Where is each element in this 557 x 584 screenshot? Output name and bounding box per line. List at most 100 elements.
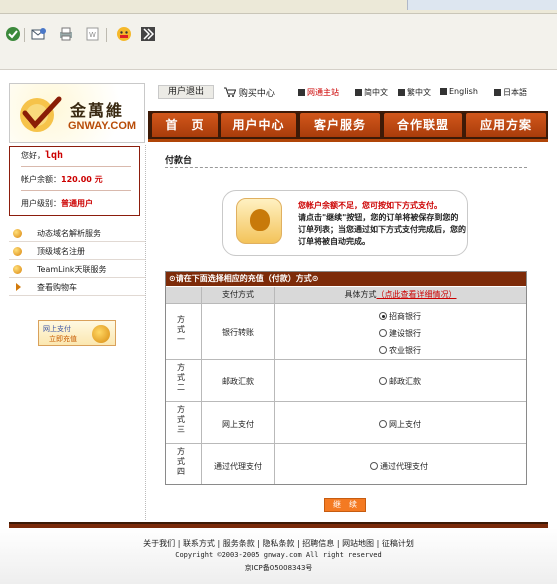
footer-icp: 京ICP备05008343号	[244, 564, 313, 572]
radio-icon	[379, 377, 387, 385]
method-label: 网上支付	[222, 420, 254, 429]
refresh-icon[interactable]	[5, 26, 21, 42]
row-divider	[166, 443, 526, 444]
arrow-right-icon	[16, 283, 21, 291]
lang-flag-icon	[494, 89, 501, 96]
footer-copyright: Copyright ©2003-2005 gnway.com All right…	[175, 551, 382, 559]
nav-customer-service[interactable]: 客户服务	[300, 113, 380, 137]
logo-name-cn[interactable]: 金萬維	[70, 97, 124, 121]
greeting-line: 您好，lqh	[21, 150, 63, 161]
radio-ccb[interactable]: 建设银行	[379, 328, 421, 339]
lang-netcom[interactable]: 网通主站	[298, 87, 339, 98]
radio-agent[interactable]: 通过代理支付	[370, 461, 428, 472]
footer-link[interactable]: 关于我们	[143, 539, 175, 548]
greeting-label: 您好，	[21, 151, 45, 160]
banner-line1: 网上支付	[43, 325, 71, 333]
footer-links: 关于我们 | 联系方式 | 服务条款 | 隐私条款 | 招聘信息 | 网站地图 …	[143, 539, 414, 548]
page-title: 付款台	[165, 156, 193, 166]
level-value: 普通用户	[61, 199, 93, 208]
lang-flag-icon	[398, 89, 405, 96]
sidebar-item-domain[interactable]: 顶级域名注册	[9, 243, 145, 260]
radio-label: 建设银行	[389, 329, 421, 338]
lang-traditional[interactable]: 繁中文	[398, 87, 431, 98]
sidebar-item-ddns[interactable]: 动态域名解析服务	[9, 225, 145, 242]
lang-label: 网通主站	[307, 88, 339, 97]
balance-line: 帐户余额：120.00 元	[21, 174, 103, 185]
footer-link[interactable]: 隐私条款	[263, 539, 295, 548]
continue-button[interactable]: 继 续	[324, 498, 366, 512]
nav-user-center[interactable]: 用户中心	[221, 113, 296, 137]
footer-link[interactable]: 征稿计划	[382, 539, 414, 548]
sidebar-item-label: 顶级域名注册	[37, 247, 85, 256]
radio-label: 网上支付	[389, 420, 421, 429]
lang-english[interactable]: English	[440, 87, 478, 96]
balance-value: 120.00 元	[61, 175, 103, 184]
radio-postal[interactable]: 邮政汇款	[379, 376, 421, 387]
notice-line2: 请点击"继续"按钮，您的订单将被保存到您的订单列表；当您通过如下方式支付完成后，…	[298, 213, 466, 246]
col-head-method: 支付方式	[202, 287, 274, 303]
sidebar-item-cart[interactable]: 查看购物车	[9, 279, 145, 296]
lang-label: English	[449, 87, 478, 96]
browser-title-strip	[0, 0, 557, 14]
sidebar-item-teamlink[interactable]: TeamLink天联服务	[9, 261, 145, 278]
col-divider	[274, 287, 275, 484]
lang-label: 简中文	[364, 88, 388, 97]
logout-button[interactable]: 用户退出	[158, 85, 214, 99]
nav-underline	[148, 139, 548, 142]
banner-line2: 立即充值	[49, 335, 77, 343]
notice-text: 您帐户余额不足，您可按如下方式支付。 请点击"继续"按钮，您的订单将被保存到您的…	[298, 200, 466, 248]
lang-flag-icon	[355, 89, 362, 96]
footer-link[interactable]: 服务条款	[223, 539, 255, 548]
cart-icon	[224, 87, 237, 97]
logo-check-icon[interactable]	[15, 95, 63, 135]
radio-abc[interactable]: 农业银行	[379, 345, 421, 356]
divider	[21, 166, 131, 167]
research-icon[interactable]	[140, 26, 156, 42]
detail-link[interactable]: （点此查看详细情况）	[377, 290, 457, 299]
radio-label: 农业银行	[389, 346, 421, 355]
bullet-icon	[13, 229, 22, 238]
method-label: 邮政汇款	[222, 377, 254, 386]
level-label: 用户级别：	[21, 199, 61, 208]
messenger-icon[interactable]	[116, 26, 132, 42]
toolbar-separator	[24, 28, 25, 42]
online-pay-banner[interactable]: 网上支付 立即充值	[38, 320, 116, 346]
radio-icon	[379, 346, 387, 354]
coin-icon	[92, 325, 110, 343]
print-icon[interactable]	[58, 26, 74, 42]
sidebar-item-label: 查看购物车	[37, 283, 77, 292]
radio-online[interactable]: 网上支付	[379, 419, 421, 430]
lang-label: 日本語	[503, 88, 527, 97]
payment-table-header: ⊙请在下面选择相应的充值（付款）方式⊙	[166, 272, 526, 286]
footer-link[interactable]: 联系方式	[183, 539, 215, 548]
edit-document-icon[interactable]: W	[85, 26, 101, 42]
radio-cmb[interactable]: 招商银行	[379, 311, 421, 322]
logo-name-en[interactable]: GNWAY.COM	[68, 120, 136, 132]
column-divider	[145, 145, 146, 520]
radio-label: 招商银行	[389, 312, 421, 321]
notice-line1: 您帐户余额不足，您可按如下方式支付。	[298, 201, 442, 210]
browser-address-strip	[407, 0, 557, 10]
lang-flag-icon	[298, 89, 305, 96]
nav-partners[interactable]: 合作联盟	[384, 113, 462, 137]
radio-icon	[379, 329, 387, 337]
lang-simplified[interactable]: 简中文	[355, 87, 388, 98]
mail-icon[interactable]	[31, 26, 47, 42]
nav-solutions[interactable]: 应用方案	[466, 113, 546, 137]
footer-link[interactable]: 招聘信息	[302, 539, 334, 548]
lang-label: 繁中文	[407, 88, 431, 97]
radio-icon	[370, 462, 378, 470]
way-label: 方式一	[177, 315, 185, 344]
cart-link[interactable]: 购买中心	[224, 86, 275, 99]
way-label: 方式四	[177, 447, 185, 476]
method-label: 通过代理支付	[214, 462, 262, 471]
lang-japanese[interactable]: 日本語	[494, 87, 527, 98]
radio-icon	[379, 420, 387, 428]
divider	[21, 190, 131, 191]
nav-home[interactable]: 首 页	[152, 113, 218, 137]
footer-link[interactable]: 网站地图	[342, 539, 374, 548]
col-head-detail-label: 具体方式	[344, 290, 377, 299]
radio-icon	[379, 312, 387, 320]
row-divider	[166, 303, 526, 304]
radio-label: 邮政汇款	[389, 377, 421, 386]
